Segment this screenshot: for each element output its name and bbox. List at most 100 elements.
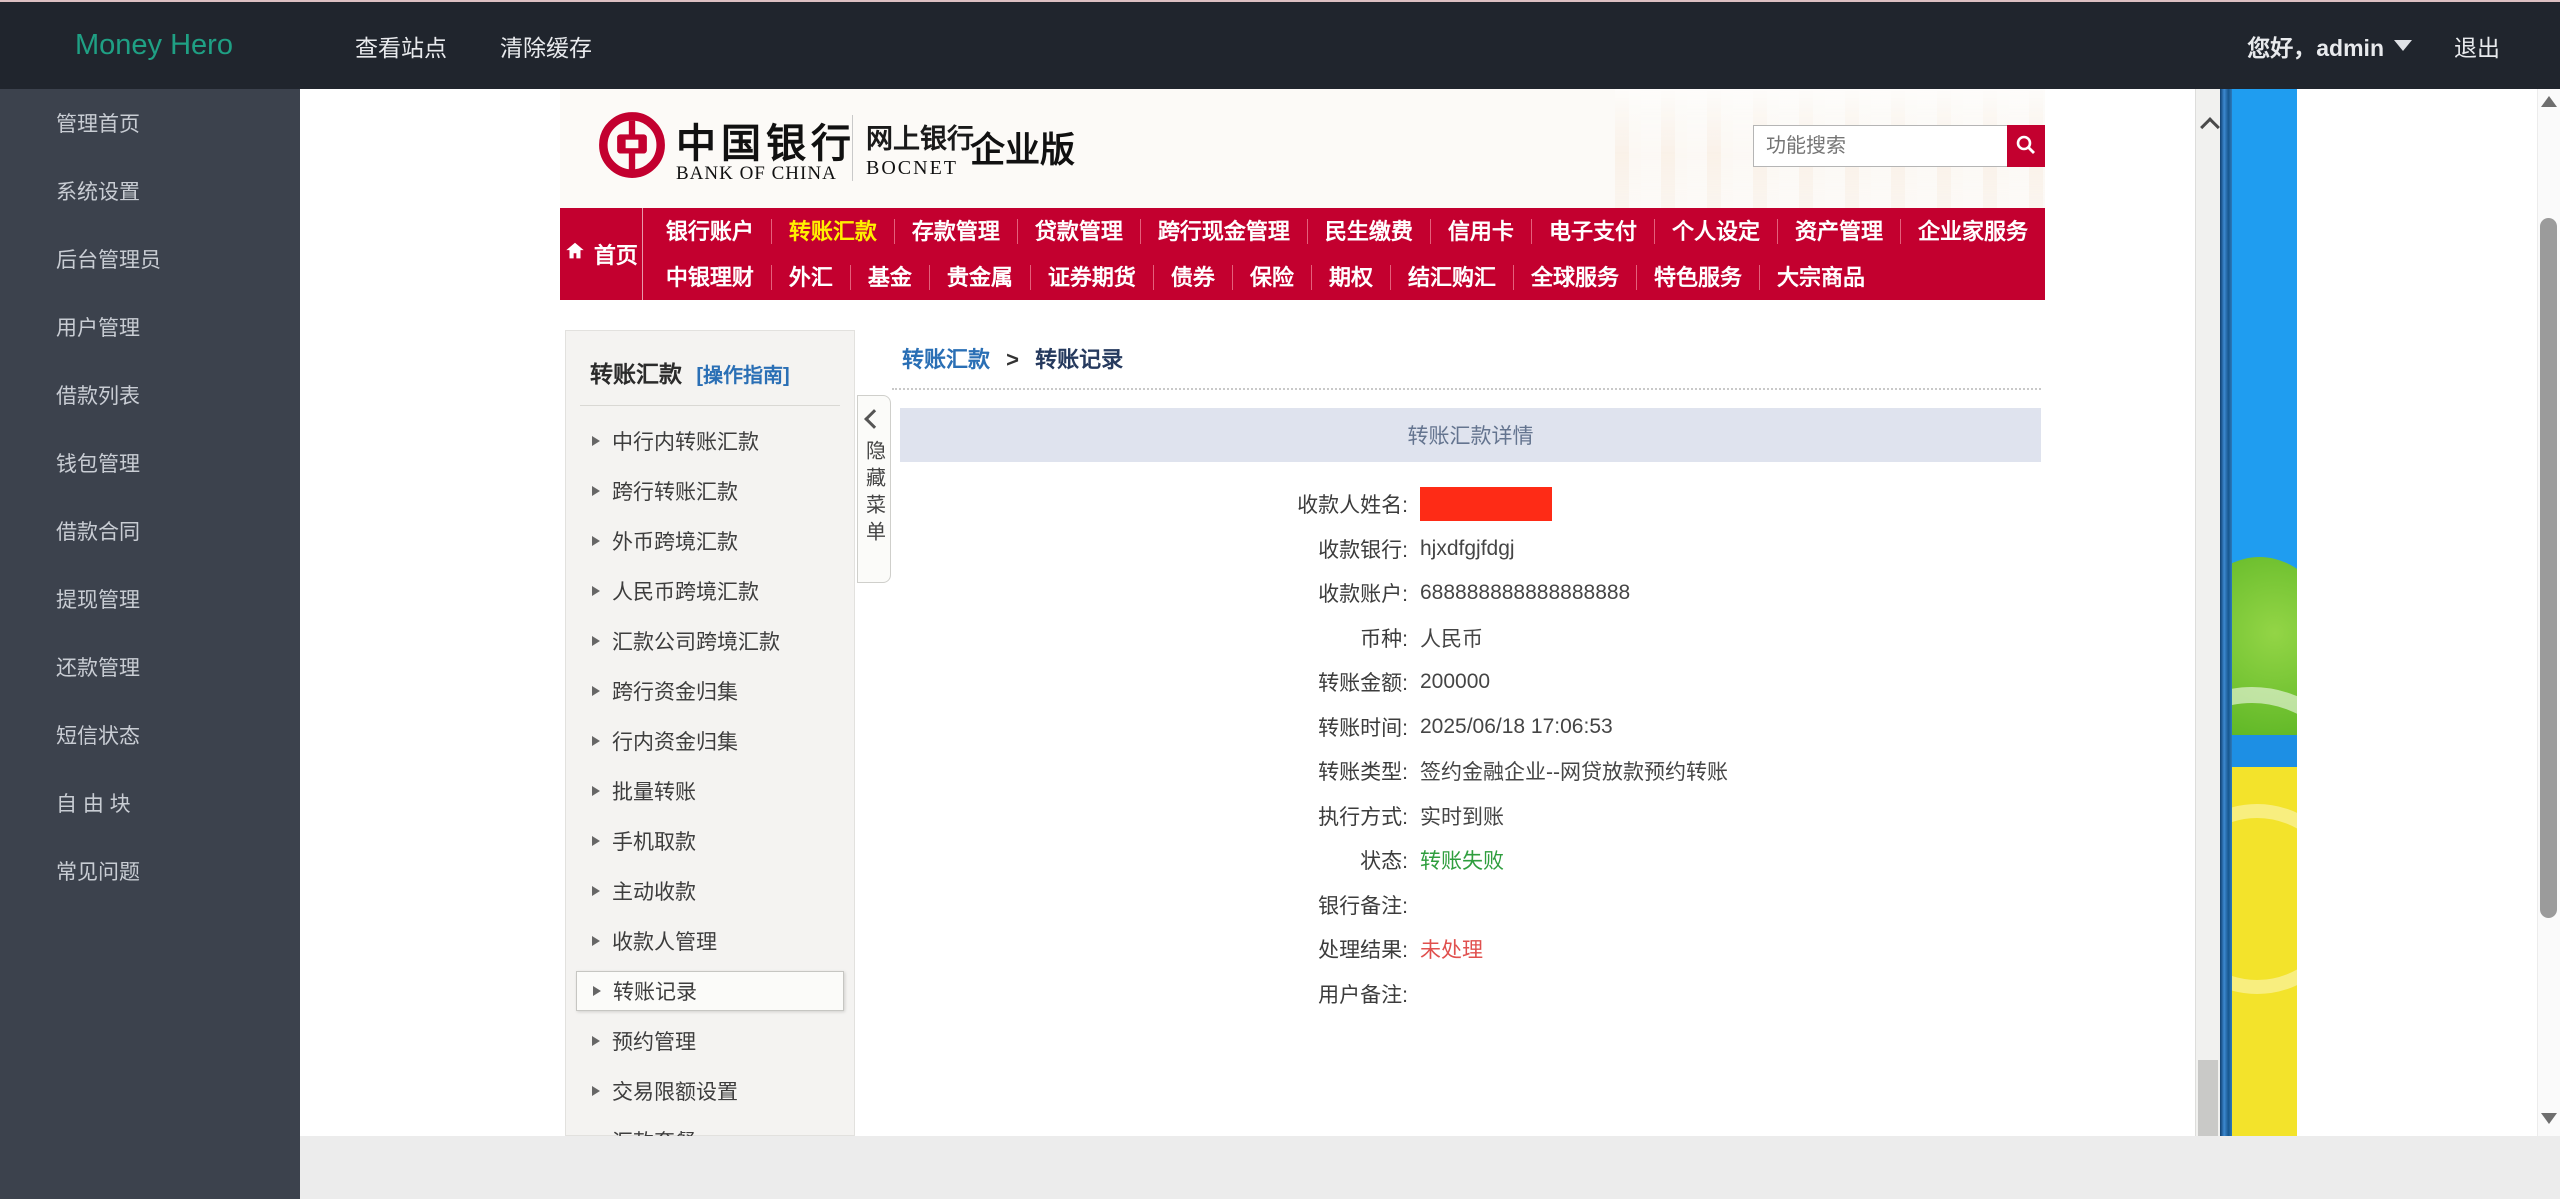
admin-topnav: 查看站点 清除缓存 [355,29,592,63]
bank-nav-item[interactable]: 银行账户 [649,219,772,244]
submenu-item-label: 交易限额设置 [612,1076,738,1106]
submenu-item-label: 跨行转账汇款 [612,476,738,506]
arrow-right-icon [592,886,600,896]
topnav-item[interactable]: 清除缓存 [500,29,592,63]
detail-value: 实时到账 [1420,801,1504,831]
bank-nav-item[interactable]: 跨行现金管理 [1141,219,1308,244]
topbar-right: 您好，admin 退出 [2247,29,2500,63]
page-scrollbar-thumb[interactable] [2540,218,2557,918]
caret-down-icon[interactable] [2394,40,2412,51]
bank-nav-item[interactable]: 保险 [1233,265,1312,290]
bank-nav-item[interactable]: 大宗商品 [1760,265,1882,290]
scroll-up-icon[interactable] [2200,117,2220,137]
arrow-right-icon [592,836,600,846]
bank-nav-item[interactable]: 结汇购汇 [1391,265,1514,290]
bank-nav-item[interactable]: 债券 [1154,265,1233,290]
nav-row-1: 银行账户转账汇款存款管理贷款管理跨行现金管理民生缴费信用卡电子支付个人设定资产管… [643,208,2045,254]
submenu-item[interactable]: 汇款套餐 [566,1116,854,1136]
submenu-item[interactable]: 主动收款 [566,866,854,916]
submenu-item[interactable]: 汇款公司跨境汇款 [566,616,854,666]
detail-label: 用户备注: [900,979,1408,1009]
detail-label: 收款人姓名: [900,489,1408,519]
page-scroll-up-icon[interactable] [2541,96,2557,107]
bank-nav-item[interactable]: 企业家服务 [1901,219,2045,244]
admin-topbar: Money Hero 查看站点 清除缓存 您好，admin 退出 [0,0,2560,89]
bank-nav-item[interactable]: 证券期货 [1031,265,1154,290]
transfer-detail-panel: 转账汇款详情 收款人姓名: 收款银行: hjxdfgjfdgj [900,408,2041,1136]
bank-nav-item[interactable]: 个人设定 [1655,219,1778,244]
bank-nav-item[interactable]: 特色服务 [1637,265,1760,290]
bank-nav-item[interactable]: 贷款管理 [1018,219,1141,244]
search-input[interactable] [1753,125,2007,167]
bank-nav-item[interactable]: 资产管理 [1778,219,1901,244]
nav-home[interactable]: 首页 [560,208,643,300]
page-scroll-down-icon[interactable] [2541,1113,2557,1124]
detail-row: 处理结果: 未处理 [900,927,2041,972]
bank-nav-item[interactable]: 民生缴费 [1308,219,1431,244]
detail-row: 币种: 人民币 [900,616,2041,661]
bank-nav-item[interactable]: 全球服务 [1514,265,1637,290]
submenu-item[interactable]: 手机取款 [566,816,854,866]
submenu-item[interactable]: 人民币跨境汇款 [566,566,854,616]
topnav-item[interactable]: 查看站点 [355,29,447,63]
sidebar-item[interactable]: 钱包管理 [0,429,300,497]
submenu-item-label: 汇款公司跨境汇款 [612,626,780,656]
bank-nav-item[interactable]: 外汇 [772,265,851,290]
bank-nav-item[interactable]: 中银理财 [649,265,772,290]
submenu-item[interactable]: 批量转账 [566,766,854,816]
footer-strip [300,1136,2560,1199]
sidebar-item[interactable]: 用户管理 [0,293,300,361]
detail-rows: 收款人姓名: 收款银行: hjxdfgjfdgj 收款账户: 68 [900,462,2041,1016]
sidebar-item[interactable]: 短信状态 [0,701,300,769]
bank-page: 中国银行 BANK OF CHINA 网上银行 BOCNET 企业版 [560,89,2045,1136]
bank-nav-item[interactable]: 基金 [851,265,930,290]
bank-nav-item[interactable]: 转账汇款 [772,219,895,244]
iframe-scrollbar[interactable] [2195,89,2220,1136]
sidebar-item[interactable]: 后台管理员 [0,225,300,293]
detail-value: 200000 [1420,670,1490,694]
submenu-item[interactable]: 预约管理 [566,1016,854,1066]
submenu-item[interactable]: 跨行资金归集 [566,666,854,716]
bank-header: 中国银行 BANK OF CHINA 网上银行 BOCNET 企业版 [560,89,2045,208]
brand-logo[interactable]: Money Hero [75,29,233,62]
submenu-item[interactable]: 跨行转账汇款 [566,466,854,516]
bank-content: 转账汇款 > 转账记录 转账汇款详情 收款人姓名: [900,330,2045,1136]
arrow-right-icon [592,686,600,696]
submenu-item[interactable]: 转账记录 [576,971,844,1011]
submenu-item[interactable]: 交易限额设置 [566,1066,854,1116]
sidebar-item[interactable]: 常见问题 [0,837,300,905]
sidebar-item[interactable]: 管理首页 [0,89,300,157]
submenu-item[interactable]: 收款人管理 [566,916,854,966]
detail-label: 转账金额: [900,667,1408,697]
wallpaper-blue-band [2232,735,2297,767]
sidebar-item[interactable]: 自 由 块 [0,769,300,837]
sidebar-item[interactable]: 借款列表 [0,361,300,429]
hide-menu-tab[interactable]: 隐藏菜单 [857,395,891,583]
submenu-item-label: 跨行资金归集 [612,676,738,706]
operation-guide-link[interactable]: [操作指南] [696,365,789,387]
breadcrumb-parent[interactable]: 转账汇款 [902,347,990,372]
submenu-item[interactable]: 外币跨境汇款 [566,516,854,566]
detail-label: 转账类型: [900,756,1408,786]
iframe-scrollbar-thumb[interactable] [2198,1060,2218,1136]
sidebar-item[interactable]: 还款管理 [0,633,300,701]
bank-nav-item[interactable]: 期权 [1312,265,1391,290]
admin-user-menu[interactable]: 您好，admin [2247,29,2384,63]
bank-nav-item[interactable]: 贵金属 [930,265,1031,290]
sidebar-item[interactable]: 系统设置 [0,157,300,225]
submenu-item[interactable]: 行内资金归集 [566,716,854,766]
arrow-right-icon [592,586,600,596]
submenu-item[interactable]: 中行内转账汇款 [566,416,854,466]
bank-nav-item[interactable]: 电子支付 [1532,219,1655,244]
search-button[interactable] [2007,125,2045,167]
header-divider [852,115,853,181]
logout-button[interactable]: 退出 [2454,29,2500,63]
sidebar-item[interactable]: 提现管理 [0,565,300,633]
submenu-item-label: 批量转账 [612,776,696,806]
detail-label: 状态: [900,845,1408,875]
submenu-item-label: 收款人管理 [612,926,717,956]
sidebar-item[interactable]: 借款合同 [0,497,300,565]
bank-nav-item[interactable]: 信用卡 [1431,219,1532,244]
bank-nav-item[interactable]: 存款管理 [895,219,1018,244]
detail-row: 用户备注: [900,972,2041,1017]
